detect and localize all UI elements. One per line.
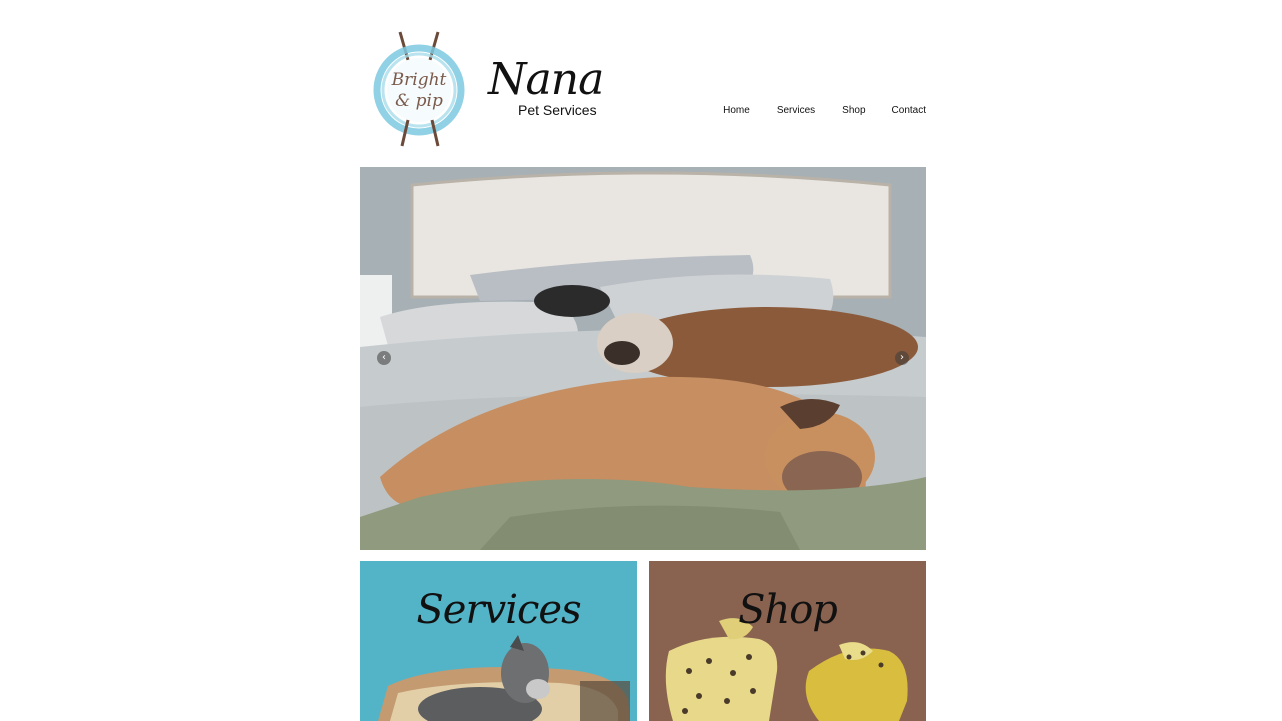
shop-tile[interactable]: Shop	[649, 561, 926, 721]
chevron-right-icon: ›	[900, 352, 904, 363]
services-tile-title: Services	[416, 587, 581, 633]
site-logo[interactable]: Nana Pet Services	[488, 58, 613, 122]
services-tile[interactable]: Services	[360, 561, 637, 721]
site-subtitle: Pet Services	[518, 102, 597, 118]
site-title: Nana	[488, 54, 604, 105]
chevron-left-icon: ‹	[382, 352, 386, 363]
bright-and-pip-logo[interactable]: Bright & pip	[372, 30, 470, 150]
slideshow-prev-button[interactable]: ‹	[377, 351, 391, 365]
logo-text-line2: & pip	[395, 91, 443, 111]
nav-contact[interactable]: Contact	[892, 105, 926, 116]
page: Bright & pip Nana Pet Services Home Serv…	[360, 0, 926, 721]
nav-home[interactable]: Home	[723, 105, 750, 116]
shop-tile-title: Shop	[738, 587, 838, 633]
shop-tile-photo	[665, 618, 908, 721]
slide-photo-sleeping-dogs	[360, 167, 926, 550]
nav-shop[interactable]: Shop	[842, 105, 865, 116]
services-tile-photo	[378, 635, 630, 721]
yarn-ball-logo-graphic: Bright & pip	[373, 31, 465, 147]
nav-services[interactable]: Services	[777, 105, 815, 116]
hero-slideshow[interactable]: ‹ ›	[360, 167, 926, 550]
slideshow-next-button[interactable]: ›	[895, 351, 909, 365]
logo-text-line1: Bright	[391, 70, 447, 90]
main-nav: Home Services Shop Contact	[723, 105, 926, 116]
